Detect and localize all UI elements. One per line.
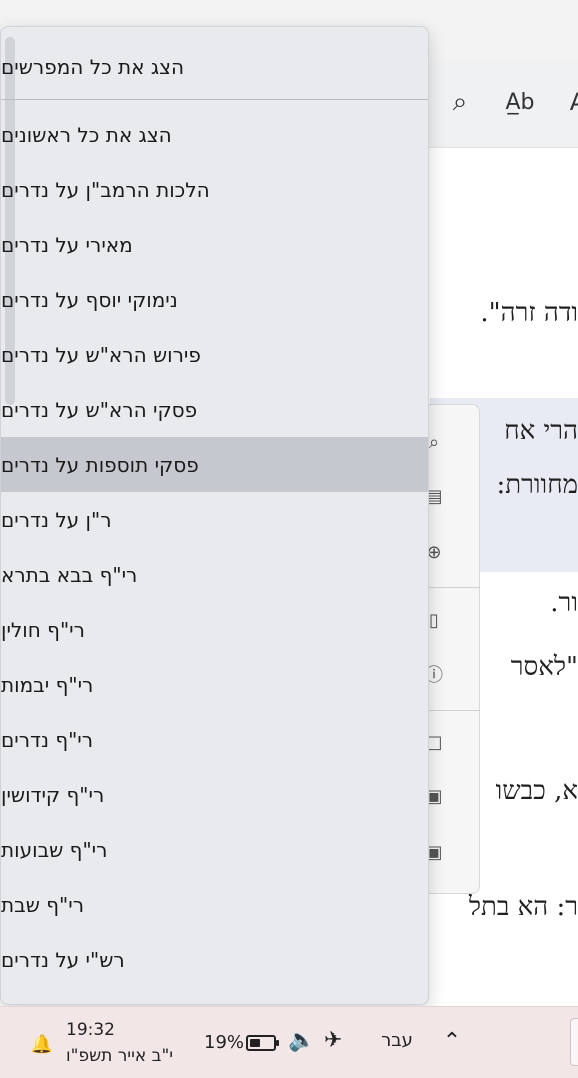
menu-item-label: פירוש הרא"ש על נדרים xyxy=(1,342,201,367)
document-line: א, כבשו xyxy=(495,776,578,806)
menu-item-label: פסקי תוספות על נדרים xyxy=(1,452,199,477)
menu-item[interactable]: רי"ף שבועות xyxy=(1,822,428,877)
menu-item-label: רי"ף יבמות xyxy=(1,672,94,697)
menu-item-label: רי"ף קידושין xyxy=(1,782,105,807)
menu-item-label: מאירי על נדרים xyxy=(1,232,133,257)
menu-item[interactable]: רי"ף בבא בתרא xyxy=(1,547,428,602)
menu-item[interactable]: ר"ן על נדרים xyxy=(1,492,428,547)
menu-item[interactable]: רי"ף חולין xyxy=(1,602,428,657)
menu-item[interactable]: פסקי הרא"ש על נדרים xyxy=(1,382,428,437)
battery-percent: 19% xyxy=(204,1032,245,1053)
document-line: "לאסר xyxy=(510,652,578,682)
menu-item-label: רי"ף בבא בתרא xyxy=(1,562,138,587)
language-indicator[interactable]: עבר xyxy=(372,1030,422,1058)
menu-item[interactable]: רי"ף יבמות xyxy=(1,657,428,712)
volume-icon[interactable]: 🔈 xyxy=(288,1028,315,1053)
menu-item[interactable]: פירוש הרא"ש על נדרים xyxy=(1,327,428,382)
menu-item[interactable]: רי"ף שבת xyxy=(1,877,428,932)
menu-item[interactable]: רי"ף נדרים xyxy=(1,712,428,767)
document-line: ודה זרה". xyxy=(480,298,578,328)
chevron-up-icon[interactable]: ⌃ xyxy=(440,1026,464,1056)
menu-item[interactable]: מאירי על נדרים xyxy=(1,217,428,272)
spellcheck-icon[interactable]: A̲b xyxy=(502,84,538,120)
menu-item-label: נימוקי יוסף על נדרים xyxy=(1,287,178,312)
menu-divider xyxy=(1,99,428,100)
menu-item-label: הלכות הרמב"ן על נדרים xyxy=(1,177,210,202)
menu-item-label: רש"י על נדרים xyxy=(1,947,125,972)
menu-item-label: הצג את כל המפרשים xyxy=(1,54,185,79)
menu-item-show-all-rishonim[interactable]: הצג את כל ראשונים xyxy=(1,107,428,162)
menu-item[interactable]: נימוקי יוסף על נדרים xyxy=(1,272,428,327)
battery-level xyxy=(250,1039,260,1047)
menu-item-label: ר"ן על נדרים xyxy=(1,507,112,532)
menu-item[interactable]: רי"ף קידושין xyxy=(1,767,428,822)
document-line: ר: הא בתל xyxy=(468,892,578,922)
menu-item-label: הצג את כל ראשונים xyxy=(1,122,172,147)
menu-item-show-all-commentators[interactable]: הצג את כל המפרשים xyxy=(1,39,428,94)
menu-item-label: רי"ף שבת xyxy=(1,892,84,917)
notifications-bell-icon[interactable]: 🔔 xyxy=(30,1032,54,1056)
commentators-menu: הצג את כל המפרשים הצג את כל ראשונים הלכו… xyxy=(0,26,429,1005)
menu-item[interactable]: הלכות הרמב"ן על נדרים xyxy=(1,162,428,217)
menu-item-selected[interactable]: פסקי תוספות על נדרים xyxy=(1,437,428,492)
document-line: מחוורת: xyxy=(496,470,578,500)
show-desktop-button[interactable] xyxy=(570,1018,578,1066)
font-icon[interactable]: A xyxy=(560,84,578,120)
menu-item-label: פסקי הרא"ש על נדרים xyxy=(1,397,198,422)
airplane-icon[interactable]: ✈ xyxy=(324,1028,342,1053)
search-icon[interactable]: ⌕ xyxy=(442,84,478,120)
clock-time[interactable]: 19:32 xyxy=(66,1020,115,1040)
menu-item-label: רי"ף נדרים xyxy=(1,727,94,752)
menu-item-label: רי"ף שבועות xyxy=(1,837,108,862)
document-line: ור. xyxy=(550,588,578,618)
clock-date[interactable]: י"ב אייר תשפ"ו xyxy=(66,1046,173,1066)
menu-item-label: רי"ף חולין xyxy=(1,617,85,642)
menu-item[interactable]: רש"י על נדרים xyxy=(1,932,428,987)
document-line: הרי אח xyxy=(504,416,578,446)
battery-icon[interactable] xyxy=(246,1035,279,1051)
